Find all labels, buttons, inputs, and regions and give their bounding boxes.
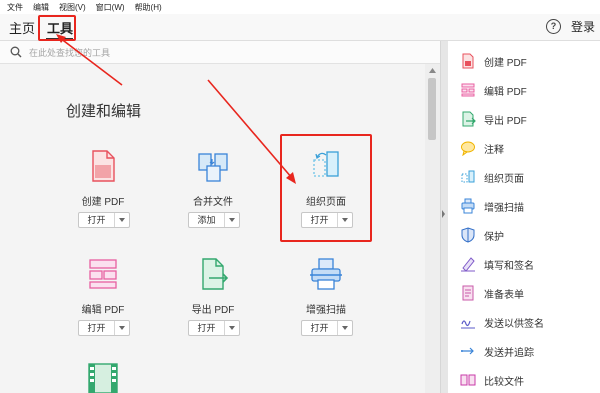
- panel-item-edit-pdf[interactable]: 编辑 PDF: [460, 80, 527, 100]
- button-label[interactable]: 添加: [189, 213, 225, 227]
- edit-pdf-icon: [461, 83, 475, 97]
- scrollbar-thumb[interactable]: [428, 78, 436, 140]
- panel-item-organize-pages[interactable]: 组织页面: [460, 167, 524, 187]
- export-pdf-icon: [202, 258, 229, 290]
- panel-item-export-pdf[interactable]: 导出 PDF: [460, 109, 527, 129]
- form-icon: [462, 285, 474, 301]
- panel-item-label: 增强扫描: [484, 202, 524, 214]
- button-label[interactable]: 打开: [79, 213, 115, 227]
- tool-card-enhance-scan[interactable]: 增强扫描 打开: [281, 256, 371, 356]
- enhance-scan-icon: [310, 258, 342, 290]
- tool-label: 合并文件: [193, 197, 233, 208]
- panel-item-label: 准备表单: [484, 289, 524, 301]
- menu-file[interactable]: 文件: [7, 2, 23, 13]
- menu-help[interactable]: 帮助(H): [135, 2, 162, 13]
- panel-item-label: 填写和签名: [484, 260, 534, 272]
- compare-files-icon: [460, 374, 476, 386]
- section-title: 创建和编辑: [66, 103, 142, 120]
- tool-card-edit-pdf[interactable]: 编辑 PDF 打开: [58, 256, 148, 356]
- panel-item-label: 注释: [484, 144, 504, 156]
- panel-item-prepare-form[interactable]: 准备表单: [460, 283, 524, 303]
- panel-item-label: 发送以供签名: [484, 318, 544, 330]
- organize-pages-icon: [461, 170, 475, 183]
- panel-item-label: 组织页面: [484, 173, 524, 185]
- tool-card-combine-files[interactable]: 合并文件 添加: [168, 148, 258, 248]
- panel-item-label: 导出 PDF: [484, 115, 527, 127]
- combine-files-icon: [198, 153, 228, 182]
- sign-pen-icon: [461, 257, 475, 272]
- panel-item-label: 发送并追踪: [484, 347, 534, 359]
- rich-media-icon: [88, 363, 118, 393]
- search-input[interactable]: 在此处查找您的工具: [29, 46, 110, 59]
- tool-card-export-pdf[interactable]: 导出 PDF 打开: [168, 256, 258, 356]
- vertical-scrollbar[interactable]: [425, 64, 440, 393]
- tab-home[interactable]: 主页: [9, 18, 35, 37]
- tool-label: 编辑 PDF: [81, 305, 125, 316]
- button-label[interactable]: 打开: [189, 321, 225, 335]
- menu-view[interactable]: 视图(V): [59, 2, 86, 13]
- send-sign-icon: [461, 320, 475, 329]
- highlight-organize-pages: [280, 134, 372, 242]
- export-pdf-icon: [462, 111, 476, 127]
- add-button[interactable]: 添加: [188, 212, 240, 228]
- open-button[interactable]: 打开: [78, 320, 130, 336]
- chevron-down-icon[interactable]: [225, 218, 239, 222]
- panel-item-send-for-signature[interactable]: 发送以供签名: [460, 312, 544, 332]
- panel-item-compare-files[interactable]: 比较文件: [460, 370, 524, 390]
- chevron-down-icon[interactable]: [115, 326, 129, 330]
- create-pdf-icon: [462, 53, 474, 69]
- panel-item-send-track[interactable]: 发送并追踪: [460, 341, 534, 361]
- send-track-icon: [461, 347, 474, 355]
- button-label[interactable]: 打开: [79, 321, 115, 335]
- panel-item-label: 编辑 PDF: [484, 86, 527, 98]
- right-tools-panel: 创建 PDF 编辑 PDF 导出 PDF 注释 组织页面 增强扫描 保护 填写和…: [448, 41, 600, 393]
- panel-item-fill-sign[interactable]: 填写和签名: [460, 254, 534, 274]
- shield-icon: [461, 227, 475, 243]
- open-button[interactable]: 打开: [188, 320, 240, 336]
- highlight-tools-tab: [38, 15, 76, 41]
- menu-window[interactable]: 窗口(W): [96, 2, 125, 13]
- tool-label: 创建 PDF: [81, 197, 125, 208]
- panel-item-protect[interactable]: 保护: [460, 225, 504, 245]
- chevron-down-icon[interactable]: [115, 218, 129, 222]
- chevron-down-icon[interactable]: [338, 326, 352, 330]
- tool-card-create-pdf[interactable]: 创建 PDF 打开: [58, 148, 148, 248]
- collapse-panel-icon[interactable]: [440, 207, 447, 221]
- open-button[interactable]: 打开: [78, 212, 130, 228]
- tool-label: 导出 PDF: [191, 305, 235, 316]
- panel-item-label: 比较文件: [484, 376, 524, 388]
- search-icon: [10, 46, 22, 58]
- comment-icon: [461, 141, 475, 156]
- login-link[interactable]: 登录: [571, 18, 595, 35]
- scroll-up-icon[interactable]: [429, 68, 436, 73]
- help-icon[interactable]: ?: [546, 19, 561, 34]
- enhance-scan-icon: [461, 198, 475, 214]
- menu-bar: 文件 编辑 视图(V) 窗口(W) 帮助(H): [0, 0, 600, 14]
- search-bar[interactable]: 在此处查找您的工具: [0, 41, 440, 64]
- panel-item-create-pdf[interactable]: 创建 PDF: [460, 51, 527, 71]
- tool-label: 增强扫描: [306, 305, 346, 316]
- panel-item-label: 保护: [484, 231, 504, 243]
- button-label[interactable]: 打开: [302, 321, 338, 335]
- panel-item-comment[interactable]: 注释: [460, 138, 504, 158]
- top-nav: 主页 工具 ? 登录: [0, 14, 600, 41]
- create-pdf-icon: [92, 150, 115, 182]
- chevron-down-icon[interactable]: [225, 326, 239, 330]
- panel-item-enhance-scan[interactable]: 增强扫描: [460, 196, 524, 216]
- edit-pdf-icon: [89, 259, 117, 289]
- menu-edit[interactable]: 编辑: [33, 2, 49, 13]
- panel-item-label: 创建 PDF: [484, 57, 527, 69]
- open-button[interactable]: 打开: [301, 320, 353, 336]
